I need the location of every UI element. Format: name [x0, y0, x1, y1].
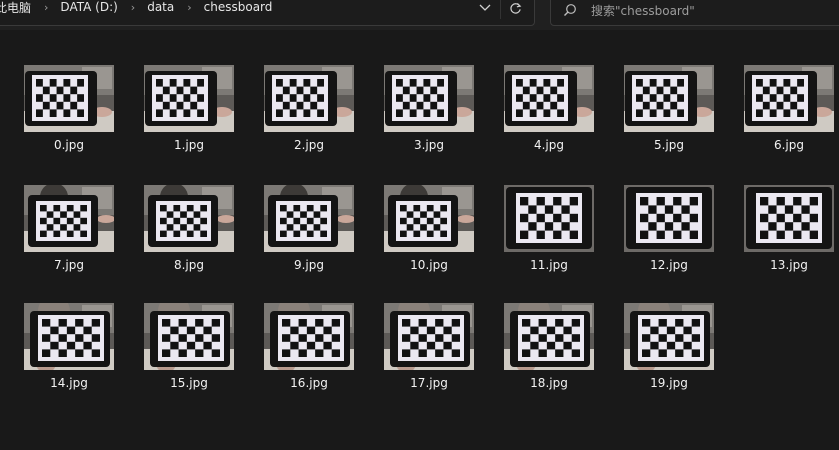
file-name: 6.jpg [773, 138, 805, 152]
chessboard-photo-icon [144, 65, 234, 132]
chessboard-photo-icon [504, 303, 594, 370]
image-thumbnail[interactable] [24, 65, 114, 132]
file-name: 7.jpg [53, 258, 85, 272]
image-thumbnail[interactable] [384, 185, 474, 252]
file-item[interactable]: 14.jpg [10, 298, 120, 408]
image-thumbnail[interactable] [744, 185, 834, 252]
image-thumbnail[interactable] [264, 65, 354, 132]
image-thumbnail[interactable] [624, 65, 714, 132]
file-name: 5.jpg [653, 138, 685, 152]
file-item[interactable]: 5.jpg [610, 60, 720, 170]
file-item[interactable]: 16.jpg [250, 298, 360, 408]
chessboard-photo-icon [744, 65, 834, 132]
file-item[interactable]: 9.jpg [250, 180, 360, 290]
file-item[interactable]: 17.jpg [370, 298, 480, 408]
image-thumbnail[interactable] [624, 185, 714, 252]
file-item[interactable]: 15.jpg [130, 298, 240, 408]
breadcrumb: 此电脑 › DATA (D:) › data › chessboard [0, 0, 272, 17]
file-item[interactable]: 8.jpg [130, 180, 240, 290]
refresh-button[interactable] [500, 0, 529, 19]
file-name: 3.jpg [413, 138, 445, 152]
chessboard-photo-icon [144, 185, 234, 252]
file-item[interactable]: 7.jpg [10, 180, 120, 290]
file-item[interactable]: 12.jpg [610, 180, 720, 290]
image-thumbnail[interactable] [504, 185, 594, 252]
file-name: 16.jpg [290, 376, 328, 390]
chessboard-photo-icon [624, 65, 714, 132]
image-thumbnail[interactable] [144, 185, 234, 252]
breadcrumb-data-folder[interactable]: data [147, 0, 174, 14]
image-thumbnail[interactable] [624, 303, 714, 370]
chessboard-photo-icon [384, 185, 474, 252]
breadcrumb-chessboard[interactable]: chessboard [204, 0, 273, 14]
file-name: 1.jpg [173, 138, 205, 152]
image-thumbnail[interactable] [264, 185, 354, 252]
file-item[interactable]: 11.jpg [490, 180, 600, 290]
search-box[interactable] [550, 0, 839, 26]
chessboard-photo-icon [24, 65, 114, 132]
file-name: 11.jpg [530, 258, 568, 272]
image-thumbnail[interactable] [24, 185, 114, 252]
image-thumbnail[interactable] [744, 65, 834, 132]
chessboard-photo-icon [144, 303, 234, 370]
chessboard-photo-icon [24, 303, 114, 370]
image-thumbnail[interactable] [504, 303, 594, 370]
chessboard-photo-icon [264, 185, 354, 252]
file-name: 10.jpg [410, 258, 448, 272]
search-icon [564, 4, 576, 16]
chessboard-photo-icon [384, 65, 474, 132]
breadcrumb-data-drive[interactable]: DATA (D:) [60, 0, 117, 14]
file-item[interactable]: 13.jpg [730, 180, 839, 290]
file-name: 8.jpg [173, 258, 205, 272]
image-thumbnail[interactable] [264, 303, 354, 370]
file-item[interactable]: 1.jpg [130, 60, 240, 170]
file-item[interactable]: 19.jpg [610, 298, 720, 408]
image-thumbnail[interactable] [504, 65, 594, 132]
file-name: 18.jpg [530, 376, 568, 390]
image-thumbnail[interactable] [384, 303, 474, 370]
file-item[interactable]: 3.jpg [370, 60, 480, 170]
chessboard-photo-icon [264, 65, 354, 132]
file-name: 15.jpg [170, 376, 208, 390]
chevron-right-icon[interactable]: › [131, 1, 135, 14]
file-name: 2.jpg [293, 138, 325, 152]
file-item[interactable]: 0.jpg [10, 60, 120, 170]
file-grid: 0.jpg 1.jpg 2.jpg 3.jpg 4.jpg 5.jpg 6.jpg 7.jpg… [0, 30, 839, 450]
file-name: 14.jpg [50, 376, 88, 390]
file-item[interactable]: 2.jpg [250, 60, 360, 170]
chessboard-photo-icon [624, 303, 714, 370]
chessboard-photo-icon [384, 303, 474, 370]
chevron-down-icon [479, 4, 491, 11]
breadcrumb-this-pc[interactable]: 此电脑 [0, 0, 31, 16]
file-item[interactable]: 10.jpg [370, 180, 480, 290]
search-input[interactable] [589, 0, 833, 22]
file-item[interactable]: 6.jpg [730, 60, 839, 170]
image-thumbnail[interactable] [384, 65, 474, 132]
file-name: 12.jpg [650, 258, 688, 272]
chevron-right-icon[interactable]: › [187, 1, 191, 14]
chessboard-photo-icon [504, 65, 594, 132]
chessboard-photo-icon [264, 303, 354, 370]
file-name: 13.jpg [770, 258, 808, 272]
file-item[interactable]: 18.jpg [490, 298, 600, 408]
file-name: 9.jpg [293, 258, 325, 272]
file-name: 19.jpg [650, 376, 688, 390]
address-bar[interactable]: 此电脑 › DATA (D:) › data › chessboard [0, 0, 535, 26]
address-history-dropdown[interactable] [473, 0, 497, 18]
chessboard-photo-icon [624, 185, 714, 252]
chessboard-photo-icon [744, 185, 834, 252]
image-thumbnail[interactable] [144, 303, 234, 370]
chessboard-photo-icon [24, 185, 114, 252]
image-thumbnail[interactable] [24, 303, 114, 370]
chevron-right-icon[interactable]: › [44, 1, 48, 14]
refresh-icon [509, 2, 521, 14]
file-name: 17.jpg [410, 376, 448, 390]
file-name: 4.jpg [533, 138, 565, 152]
file-name: 0.jpg [53, 138, 85, 152]
image-thumbnail[interactable] [144, 65, 234, 132]
file-item[interactable]: 4.jpg [490, 60, 600, 170]
title-toolbar: 此电脑 › DATA (D:) › data › chessboard [0, 0, 839, 30]
chessboard-photo-icon [504, 185, 594, 252]
